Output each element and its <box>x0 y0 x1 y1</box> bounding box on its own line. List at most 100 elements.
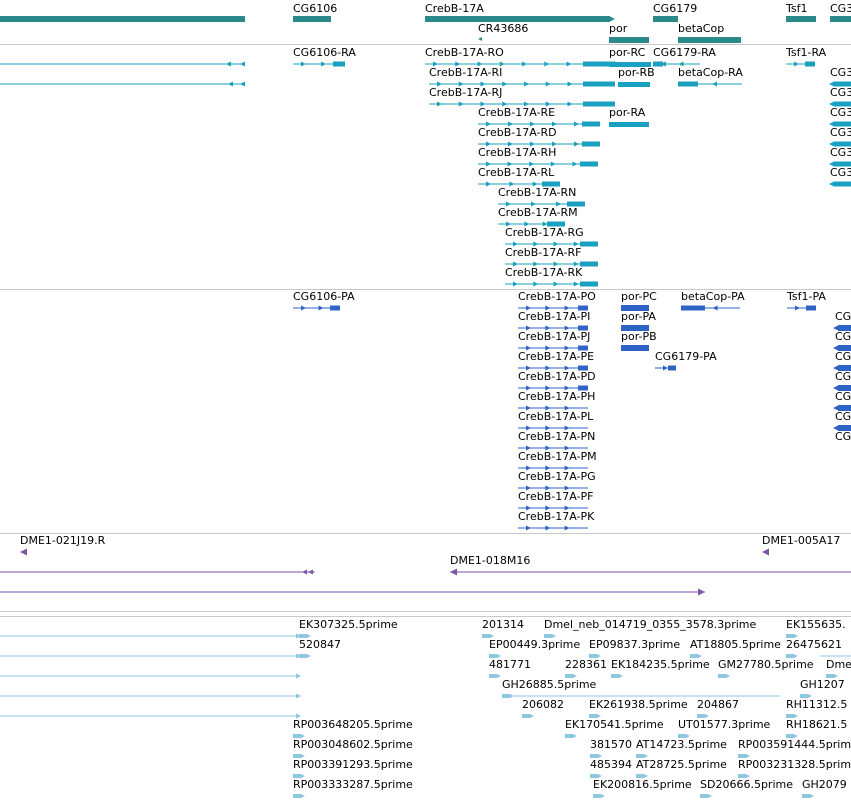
est-label-204867[interactable]: 204867 <box>697 699 739 711</box>
protein-label-crebb-17a-ph[interactable]: CrebB-17A-PH <box>518 391 595 403</box>
est-feature-16[interactable] <box>522 714 530 718</box>
transcript-label-cg3[interactable]: CG3 <box>830 147 851 159</box>
transcript-betacop-ra-exon[interactable] <box>678 81 698 87</box>
transcript-label-cg3[interactable]: CG3 <box>830 167 851 179</box>
protein-label-por-pb[interactable]: por-PB <box>621 331 657 343</box>
protein-label-crebb-17a-pm[interactable]: CrebB-17A-PM <box>518 451 597 463</box>
protein-label-cg6106-pa[interactable]: CG6106-PA <box>293 291 355 303</box>
transcript-label-crebb-17a-rm[interactable]: CrebB-17A-RM <box>498 207 578 219</box>
est-label-ek261938-5prime[interactable]: EK261938.5prime <box>589 699 688 711</box>
protein-label-cg[interactable]: CG <box>835 311 851 323</box>
est-label-at28725-5prime[interactable]: AT28725.5prime <box>636 759 727 771</box>
gene-bar-cg3[interactable] <box>830 16 851 22</box>
protein-betacop-pa-exon[interactable] <box>681 305 705 311</box>
clone-label-dme1-005a17[interactable]: DME1-005A17 <box>762 535 840 547</box>
transcript-crebb-17a-11-exon[interactable] <box>580 281 598 287</box>
est-label-rp003591444-5prime[interactable]: RP003591444.5prime <box>738 739 851 751</box>
transcript-label-crebb-17a-rf[interactable]: CrebB-17A-RF <box>505 247 581 259</box>
protein-por-pb[interactable] <box>621 345 649 351</box>
transcript-por-ra[interactable] <box>609 122 649 127</box>
est-label-rp003048602-5prime[interactable]: RP003048602.5prime <box>293 739 413 751</box>
est-label-rh11312-5[interactable]: RH11312.5 <box>786 699 847 711</box>
est-label-ek307325-5prime[interactable]: EK307325.5prime <box>299 619 398 631</box>
transcript-label-crebb-17a-rg[interactable]: CrebB-17A-RG <box>505 227 584 239</box>
gene-bar-left[interactable] <box>0 16 245 22</box>
est-label-ep09837-3prime[interactable]: EP09837.3prime <box>589 639 680 651</box>
transcript-label-crebb-17a-rl[interactable]: CrebB-17A-RL <box>478 167 554 179</box>
gene-bar-cg6179[interactable] <box>653 16 678 22</box>
protein-label-crebb-17a-pn[interactable]: CrebB-17A-PN <box>518 431 595 443</box>
est-label-ek184235-5prime[interactable]: EK184235.5prime <box>611 659 710 671</box>
transcript-crebb-17a-4-exon[interactable] <box>582 141 600 147</box>
est-label-sd20666-5prime[interactable]: SD20666.5prime <box>700 779 793 791</box>
transcript-label-crebb-17a-ro[interactable]: CrebB-17A-RO <box>425 47 504 59</box>
est-label-rp003391293-5prime[interactable]: RP003391293.5prime <box>293 759 413 771</box>
transcript-crebb-17a-10-exon[interactable] <box>580 261 598 267</box>
est-label-ek200816-5prime[interactable]: EK200816.5prime <box>593 779 692 791</box>
est-label-rp003231328-5prime[interactable]: RP003231328.5prime <box>738 759 851 771</box>
protein-label-cg[interactable]: CG <box>835 411 851 423</box>
est-feature-33[interactable] <box>593 794 601 798</box>
protein-label-crebb-17a-pf[interactable]: CrebB-17A-PF <box>518 491 593 503</box>
protein-cg6179-pa-exon[interactable] <box>668 365 676 371</box>
transcript-label-cg3[interactable]: CG3 <box>830 87 851 99</box>
protein-label-cg[interactable]: CG <box>835 371 851 383</box>
protein-label-tsf1-pa[interactable]: Tsf1-PA <box>787 291 826 303</box>
est-label-ep00449-3prime[interactable]: EP00449.3prime <box>489 639 580 651</box>
est-label-ek170541-5prime[interactable]: EK170541.5prime <box>565 719 664 731</box>
transcript-label-por-ra[interactable]: por-RA <box>609 107 645 119</box>
est-label-381570[interactable]: 381570 <box>590 739 632 751</box>
transcript-crebb-17a-9-exon[interactable] <box>580 241 598 247</box>
est-label-201314[interactable]: 201314 <box>482 619 524 631</box>
est-feature-11[interactable] <box>611 674 619 678</box>
gene-label-betacop[interactable]: betaCop <box>678 23 724 35</box>
protein-label-cg[interactable]: CG <box>835 351 851 363</box>
protein-label-crebb-17a-pi[interactable]: CrebB-17A-PI <box>518 311 590 323</box>
est-feature-32[interactable] <box>293 794 301 798</box>
protein-label-crebb-17a-pe[interactable]: CrebB-17A-PE <box>518 351 594 363</box>
protein-label-por-pc[interactable]: por-PC <box>621 291 657 303</box>
protein-label-por-pa[interactable]: por-PA <box>621 311 656 323</box>
est-label-gm27780-5prime[interactable]: GM27780.5prime <box>718 659 814 671</box>
transcript-label-cg3[interactable]: CG3 <box>830 107 851 119</box>
transcript-label-crebb-17a-rj[interactable]: CrebB-17A-RJ <box>429 87 502 99</box>
est-feature-9[interactable] <box>489 674 497 678</box>
gene-label-por[interactable]: por <box>609 23 627 35</box>
est-label-206082[interactable]: 206082 <box>522 699 564 711</box>
transcript-label-betacop-ra[interactable]: betaCop-RA <box>678 67 743 79</box>
est-feature-12[interactable] <box>718 674 726 678</box>
transcript-label-cg6179-ra[interactable]: CG6179-RA <box>653 47 716 59</box>
est-label-at14723-5prime[interactable]: AT14723.5prime <box>636 739 727 751</box>
protein-label-crebb-17a-pj[interactable]: CrebB-17A-PJ <box>518 331 590 343</box>
transcript-label-cg3[interactable]: CG3 <box>830 67 851 79</box>
transcript-label-crebb-17a-rn[interactable]: CrebB-17A-RN <box>498 187 576 199</box>
transcript-label-por-rb[interactable]: por-RB <box>618 67 655 79</box>
transcript-label-crebb-17a-rk[interactable]: CrebB-17A-RK <box>505 267 582 279</box>
est-label-gh26885-5prime[interactable]: GH26885.5prime <box>502 679 596 691</box>
est-label-ek155635[interactable]: EK155635. <box>786 619 846 631</box>
gene-bar-tsf1[interactable] <box>786 16 816 22</box>
gene-label-cg6179[interactable]: CG6179 <box>653 3 697 15</box>
protein-label-crebb-17a-pd[interactable]: CrebB-17A-PD <box>518 371 596 383</box>
est-label-481771[interactable]: 481771 <box>489 659 531 671</box>
clone-label-dme1-018m16[interactable]: DME1-018M16 <box>450 555 530 567</box>
gene-bar-por[interactable] <box>609 37 649 43</box>
transcript-label-tsf1-ra[interactable]: Tsf1-RA <box>786 47 826 59</box>
est-label-at18805-5prime[interactable]: AT18805.5prime <box>690 639 781 651</box>
est-feature-21[interactable] <box>565 734 573 738</box>
gene-label-crebb-17a[interactable]: CrebB-17A <box>425 3 484 15</box>
protein-label-cg6179-pa[interactable]: CG6179-PA <box>655 351 717 363</box>
est-label-rp003648205-5prime[interactable]: RP003648205.5prime <box>293 719 413 731</box>
est-label-dme[interactable]: Dme <box>826 659 851 671</box>
est-label-gh2079[interactable]: GH2079 <box>802 779 847 791</box>
est-label-228361[interactable]: 228361 <box>565 659 607 671</box>
protein-label-crebb-17a-pl[interactable]: CrebB-17A-PL <box>518 411 593 423</box>
protein-label-cg[interactable]: CG <box>835 331 851 343</box>
protein-tsf1-pa-exon[interactable] <box>806 305 816 311</box>
protein-label-cg[interactable]: CG <box>835 391 851 403</box>
gene-label-tsf1[interactable]: Tsf1 <box>786 3 808 15</box>
est-label-485394[interactable]: 485394 <box>590 759 632 771</box>
protein-label-cg[interactable]: CG <box>835 431 851 443</box>
transcript-cg3-5[interactable] <box>834 181 851 187</box>
est-label-ut01577-3prime[interactable]: UT01577.3prime <box>678 719 770 731</box>
